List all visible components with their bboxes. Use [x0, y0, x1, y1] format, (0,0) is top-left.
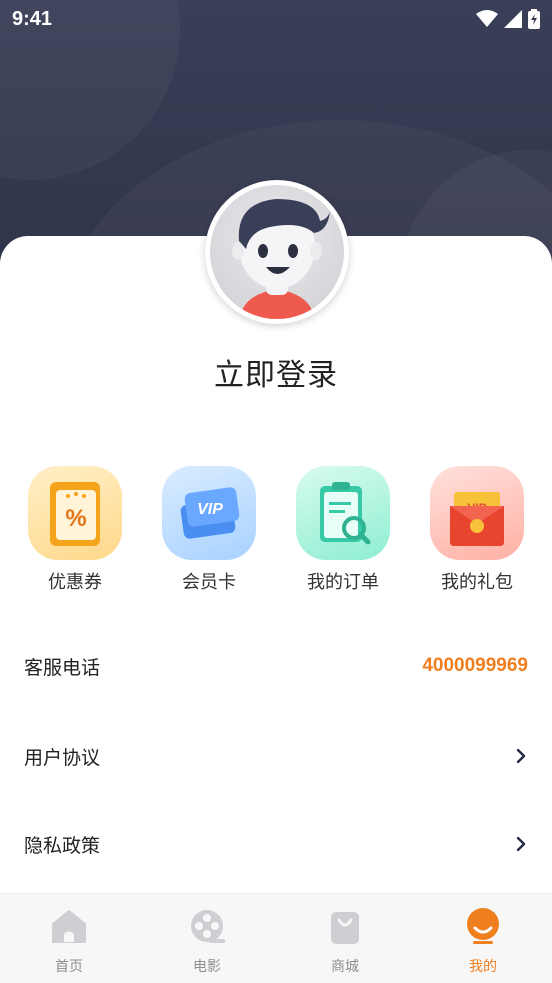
order-icon — [296, 466, 390, 560]
tab-label: 商城 — [331, 959, 359, 975]
menu-label: 隐私政策 — [24, 834, 101, 857]
home-icon — [52, 910, 86, 943]
battery-icon — [528, 9, 540, 29]
tab-mall[interactable]: 商城 — [276, 894, 414, 983]
coupon-icon: % — [28, 466, 122, 560]
shopping-bag-icon — [331, 912, 359, 944]
menu-label: 用户协议 — [24, 746, 101, 769]
svg-text:%: % — [65, 505, 86, 532]
avatar[interactable] — [205, 180, 349, 324]
quick-action-gift[interactable]: VIP 我的礼包 — [412, 466, 542, 594]
profile-icon — [467, 908, 499, 944]
tab-label: 首页 — [55, 959, 83, 975]
film-reel-icon — [191, 910, 225, 943]
wifi-icon — [476, 10, 498, 27]
menu-label: 客服电话 — [24, 656, 101, 679]
status-icons — [476, 9, 540, 29]
quick-action-coupon[interactable]: % 优惠券 — [10, 466, 140, 594]
menu-privacy-policy[interactable]: 隐私政策 — [0, 800, 552, 888]
status-bar: 9:41 — [0, 0, 552, 38]
service-phone-value[interactable]: 4000099969 — [422, 655, 528, 677]
quick-action-label: 我的订单 — [307, 572, 379, 593]
login-link[interactable]: 立即登录 — [0, 350, 552, 394]
signal-icon — [504, 10, 522, 28]
bottom-tab-bar: 首页 电影 商城 我的 — [0, 893, 552, 983]
chevron-right-icon — [516, 837, 526, 851]
quick-action-label: 会员卡 — [182, 572, 236, 593]
quick-action-label: 我的礼包 — [441, 572, 513, 593]
tab-movie[interactable]: 电影 — [138, 894, 276, 983]
tab-label: 我的 — [469, 959, 497, 975]
quick-action-vip-card[interactable]: VIP 会员卡 — [144, 466, 274, 594]
gift-pack-icon: VIP — [430, 466, 524, 560]
menu-service-phone[interactable]: 客服电话 4000099969 — [0, 622, 552, 710]
chevron-right-icon — [516, 749, 526, 763]
quick-actions: % 优惠券 VIP 会员卡 我的订单 我的礼包 — [0, 466, 552, 596]
tab-mine[interactable]: 我的 — [414, 894, 552, 983]
tab-label: 电影 — [193, 959, 221, 975]
svg-text:VIP: VIP — [197, 501, 223, 518]
status-time: 9:41 — [12, 7, 53, 30]
quick-action-label: 优惠券 — [48, 572, 102, 593]
user-avatar-icon — [232, 199, 330, 319]
vip-card-icon: VIP — [162, 466, 256, 560]
tab-home[interactable]: 首页 — [0, 894, 138, 983]
quick-action-orders[interactable]: 我的订单 — [278, 466, 408, 594]
menu-user-agreement[interactable]: 用户协议 — [0, 712, 552, 800]
